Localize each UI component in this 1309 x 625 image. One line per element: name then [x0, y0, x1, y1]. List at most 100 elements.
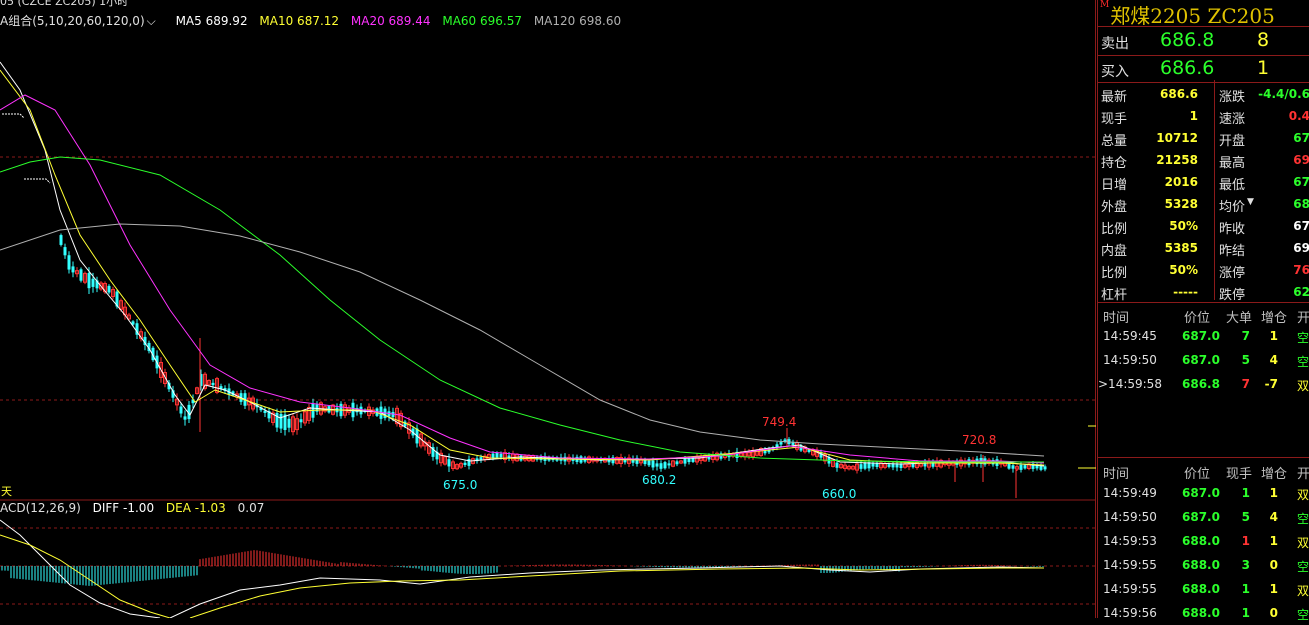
quote-value: 21258: [1156, 153, 1198, 167]
quote-row: 杠杆 ----- 跌停 62: [1098, 281, 1309, 303]
row-open-interest: 1: [1269, 534, 1278, 548]
quote-key: 持仓: [1101, 156, 1128, 171]
period-marker: 天: [1, 485, 12, 498]
buy-label: 买入: [1101, 64, 1129, 80]
high-price-label: 749.4: [762, 415, 796, 429]
quote-key: 杠杆: [1101, 288, 1128, 303]
quote-value: -----: [1173, 285, 1198, 299]
column-header[interactable]: 增仓: [1261, 463, 1287, 482]
table-header: 时间 价位 大单 增仓开: [1098, 304, 1309, 326]
contract-title[interactable]: M郑煤2205 ZC205: [1100, 0, 1275, 28]
buy-price: 686.6: [1160, 57, 1215, 79]
row-time: 14:59:50: [1103, 510, 1157, 524]
row-type: 双: [1297, 488, 1309, 502]
low-price-label: 660.0: [822, 487, 856, 501]
quote-key: 最新: [1101, 90, 1128, 105]
macd-dea: DEA -1.03: [165, 501, 226, 515]
row-time: >14:59:58: [1098, 377, 1162, 391]
candle-body: [67, 255, 71, 270]
candle-body: [183, 416, 187, 420]
kline-chart-area[interactable]: 749.4 720.8 675.0 680.2 660.0 天 05 (CZCE…: [0, 0, 1096, 618]
quote-value: 76: [1293, 263, 1309, 277]
row-type: 空: [1297, 355, 1309, 369]
low-price-label: 675.0: [443, 478, 477, 492]
sell-quote-row[interactable]: 卖出 686.8 8: [1098, 27, 1309, 55]
quote-key: 现手: [1101, 112, 1128, 127]
ma-legend: A组合(5,10,20,60,120,0) ⌵ MA5 689.92 MA10 6…: [0, 12, 629, 29]
buy-quote-row[interactable]: 买入 686.6 1: [1098, 55, 1309, 83]
ma60-line: [0, 156, 1044, 463]
row-open-interest: -7: [1264, 377, 1278, 391]
candle-body: [875, 463, 879, 467]
candle-body: [791, 442, 795, 445]
quote-row: 持仓 21258 最高 69: [1098, 149, 1309, 171]
row-price: 688.0: [1182, 534, 1220, 548]
row-price: 687.0: [1182, 486, 1220, 500]
quote-key: 内盘: [1101, 244, 1128, 259]
table-row[interactable]: 14:59:55 688.0 3 0 空: [1098, 553, 1309, 577]
table-row[interactable]: 14:59:50 687.0 5 4 空: [1098, 348, 1309, 372]
row-price: 686.8: [1182, 377, 1220, 391]
table-row[interactable]: 14:59:49 687.0 1 1 双: [1098, 481, 1309, 505]
quote-value: 1: [1189, 109, 1198, 123]
candle-body: [211, 382, 215, 386]
candle-body: [71, 266, 75, 273]
column-header[interactable]: 开: [1297, 463, 1309, 482]
row-time: 14:59:55: [1103, 582, 1157, 596]
ma60-value: MA60 696.57: [442, 14, 522, 28]
column-header[interactable]: 时间: [1103, 463, 1129, 482]
quote-value: 2016: [1164, 175, 1198, 189]
row-price: 687.0: [1182, 510, 1220, 524]
column-header[interactable]: 现手: [1226, 463, 1252, 482]
table-row[interactable]: 14:59:53 688.0 1 1 双: [1098, 529, 1309, 553]
row-type: 空: [1297, 608, 1309, 622]
market-marker: M: [1100, 0, 1110, 10]
row-time: 14:59:50: [1103, 353, 1157, 367]
column-header[interactable]: 价位: [1184, 463, 1210, 482]
table-row[interactable]: >14:59:58 686.8 7 -7 双: [1098, 372, 1309, 396]
table-row[interactable]: 14:59:56 688.0 1 0 空: [1098, 601, 1309, 625]
candle-body: [287, 418, 291, 428]
candle-body: [863, 463, 867, 469]
quote-row: 总量 10712 开盘 67: [1098, 127, 1309, 149]
candle-body: [835, 462, 839, 468]
chevron-down-icon[interactable]: ⌵: [147, 14, 156, 28]
candle-body: [683, 458, 687, 464]
dropdown-triangle-icon[interactable]: ▼: [1247, 197, 1254, 207]
quote-value: -4.4/0.6: [1258, 87, 1309, 101]
candle-body: [899, 463, 903, 469]
candle-body: [675, 461, 679, 465]
candle-body: [79, 269, 83, 281]
quote-key: 比例: [1101, 266, 1128, 281]
table-header: 时间 价位 现手 增仓开: [1098, 460, 1309, 482]
table-row[interactable]: 14:59:50 687.0 5 4 空: [1098, 505, 1309, 529]
ma-group-selector[interactable]: A组合(5,10,20,60,120,0) ⌵: [0, 14, 164, 28]
quote-key: 总量: [1101, 134, 1128, 149]
macd-name[interactable]: ACD(12,26,9): [0, 501, 81, 515]
quote-key: 外盘: [1101, 200, 1128, 215]
divider: [1098, 302, 1309, 303]
contract-name: 郑煤2205 ZC205: [1110, 4, 1275, 28]
candle-body: [179, 406, 183, 414]
row-time: 14:59:55: [1103, 558, 1157, 572]
table-row[interactable]: 14:59:55 688.0 1 1 双: [1098, 577, 1309, 601]
quote-key: 昨收: [1219, 222, 1246, 237]
quote-key: 涨跌: [1219, 90, 1246, 105]
candle-body: [643, 459, 647, 465]
candle-body: [447, 459, 451, 467]
row-type: 空: [1297, 560, 1309, 574]
candle-body: [859, 464, 863, 469]
quote-value: 67: [1293, 131, 1309, 145]
quote-row: 现手 1 速涨 0.4: [1098, 105, 1309, 127]
quote-panel: M郑煤2205 ZC205 卖出 686.8 8 买入 686.6 1 最新 6…: [1097, 0, 1309, 622]
candle-body: [491, 453, 495, 458]
row-open-interest: 0: [1269, 558, 1278, 572]
macd-diff: DIFF -1.00: [92, 501, 155, 515]
quote-key: 最高: [1219, 156, 1246, 171]
buy-volume: 1: [1256, 57, 1270, 79]
kline-chart[interactable]: 749.4 720.8 675.0 680.2 660.0 天: [0, 0, 1096, 618]
table-row[interactable]: 14:59:45 687.0 7 1 空: [1098, 324, 1309, 348]
quote-value: 0.4: [1288, 109, 1309, 123]
candle-body: [463, 462, 467, 465]
row-time: 14:59:53: [1103, 534, 1157, 548]
